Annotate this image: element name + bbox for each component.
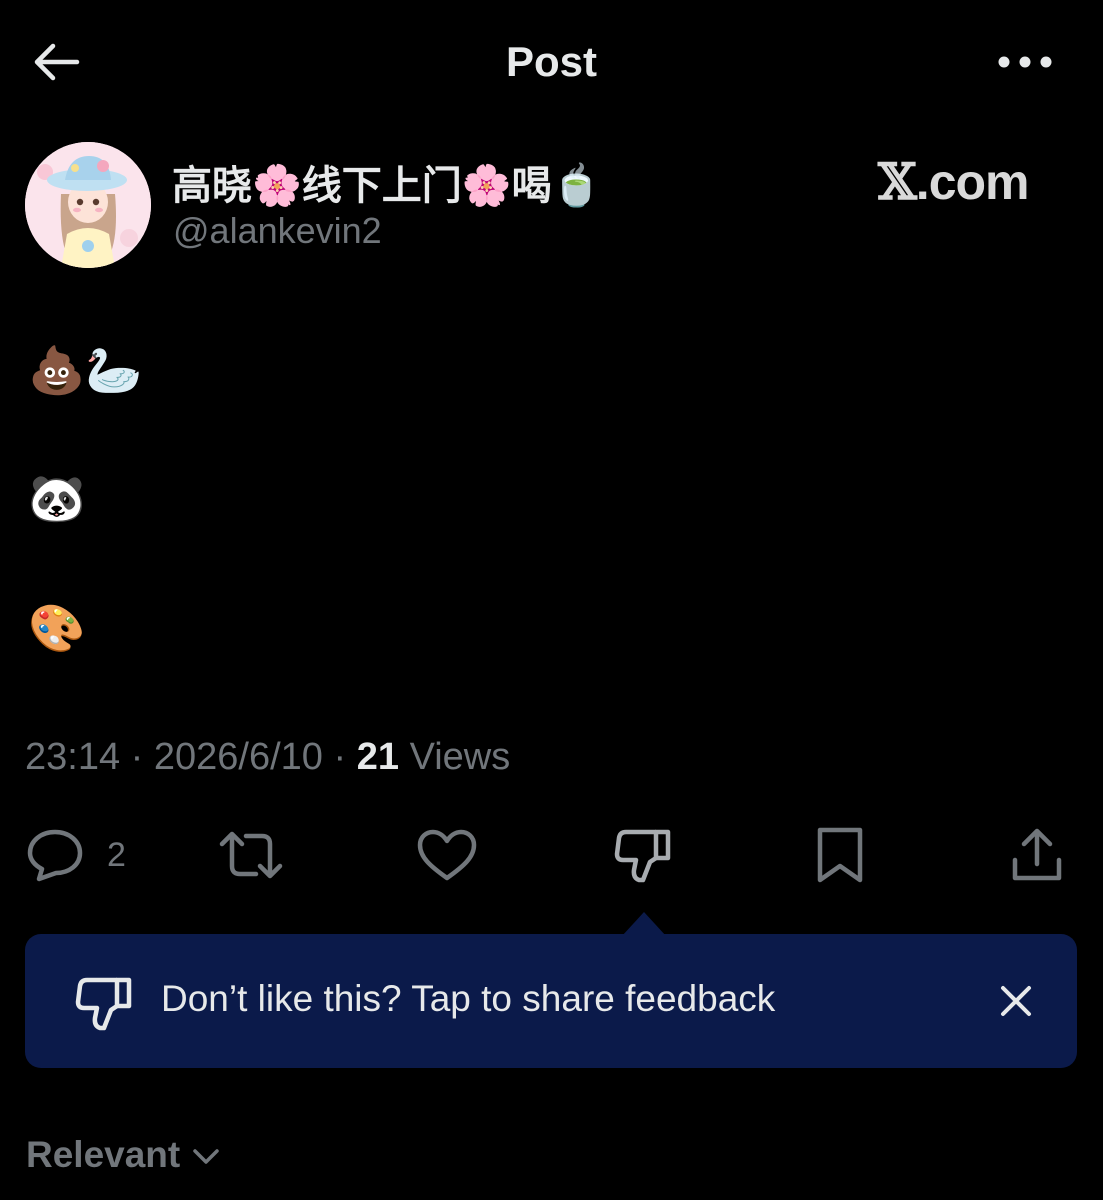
share-icon xyxy=(1012,828,1062,881)
tooltip-caret xyxy=(622,912,666,936)
post-text-line: 💩🦢 xyxy=(28,343,143,397)
chevron-down-icon xyxy=(193,1149,219,1164)
meta-separator: · xyxy=(333,736,347,778)
like-button[interactable] xyxy=(416,820,478,890)
author-name[interactable]: 高晓🌸线下上门🌸喝🍵 xyxy=(172,153,601,211)
views-count[interactable]: 21 xyxy=(357,736,399,778)
watermark: 𝕏.com xyxy=(878,152,1029,211)
author-handle[interactable]: @alankevin2 xyxy=(173,210,382,252)
dislike-icon xyxy=(614,829,671,883)
watermark-domain: .com xyxy=(915,154,1030,210)
post-meta: 23:14 · 2026/6/10 · 21 Views xyxy=(25,736,510,779)
bookmark-icon xyxy=(817,827,863,883)
feedback-tooltip: Don’t like this? Tap to share feedback xyxy=(25,934,1077,1068)
post-text-line: 🎨 xyxy=(28,601,86,655)
dislike-icon xyxy=(75,977,132,1031)
avatar[interactable] xyxy=(25,142,151,268)
more-dots-icon xyxy=(998,56,1052,68)
action-bar: 2 xyxy=(0,820,1103,890)
feedback-prompt[interactable]: Don’t like this? Tap to share feedback xyxy=(161,978,775,1020)
reply-sort-dropdown[interactable]: Relevant xyxy=(26,1134,220,1176)
post-date[interactable]: 2026/6/10 xyxy=(154,736,323,778)
sort-label: Relevant xyxy=(26,1134,181,1175)
post-text-line: 🐼 xyxy=(28,471,86,525)
more-options-button[interactable] xyxy=(992,40,1058,84)
share-button[interactable] xyxy=(1010,820,1064,890)
reply-icon xyxy=(27,829,83,882)
close-tooltip-button[interactable] xyxy=(989,976,1043,1026)
repost-icon xyxy=(219,831,283,879)
close-icon xyxy=(1001,986,1031,1016)
like-icon xyxy=(417,829,477,881)
page-title: Post xyxy=(505,38,597,85)
dislike-button[interactable] xyxy=(614,820,672,890)
meta-separator: · xyxy=(130,736,144,778)
reply-button[interactable]: 2 xyxy=(25,820,126,890)
views-label: Views xyxy=(409,736,511,778)
reply-count: 2 xyxy=(107,835,126,874)
top-bar: Post xyxy=(0,0,1103,120)
x-logo: 𝕏 xyxy=(878,152,917,211)
repost-button[interactable] xyxy=(218,820,284,890)
avatar-illustration xyxy=(25,142,151,268)
post-time: 23:14 xyxy=(25,736,121,778)
bookmark-button[interactable] xyxy=(814,820,866,890)
post-page: Post 高晓🌸线下上门🌸喝🍵 @alankevin2 𝕏.com 💩🦢 🐼 🎨… xyxy=(0,0,1103,1200)
